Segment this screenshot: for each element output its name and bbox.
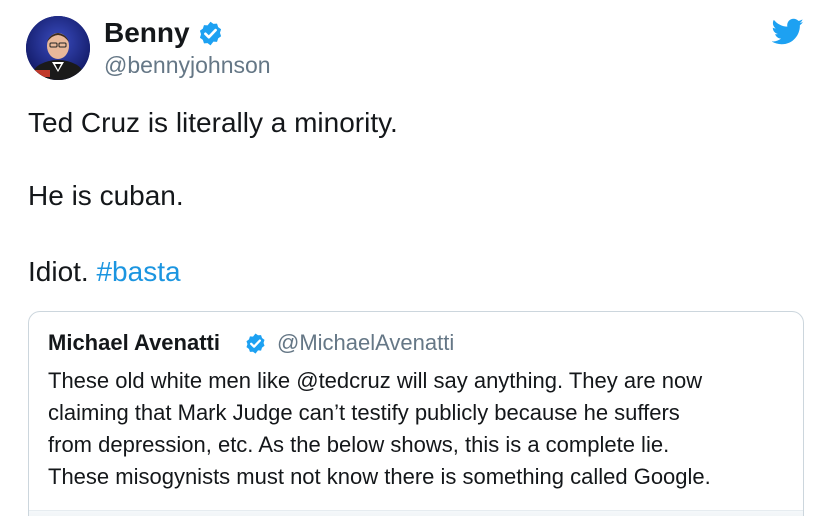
quoted-text-line: These misogynists must not know there is… [48,464,711,489]
tweet-text: Idiot. [28,256,89,287]
tweet-card: Benny @bennyjohnson Ted Cruz is literall… [0,0,826,516]
author-handle[interactable]: @bennyjohnson [104,51,271,79]
tweet-text-line: Idiot. #basta [28,255,181,289]
quoted-text-line: from depression, etc. As the below shows… [48,432,670,457]
verified-badge-icon [199,21,222,46]
quoted-author-handle[interactable]: @MichaelAvenatti [277,329,454,357]
hashtag-link[interactable]: #basta [96,256,180,287]
quoted-text-line: claiming that Mark Judge can’t testify p… [48,400,680,425]
author-name[interactable]: Benny [104,16,190,50]
quoted-media-preview[interactable] [29,510,803,516]
tweet-text-line: He is cuban. [28,180,184,211]
quoted-text-line: These old white men like @tedcruz will s… [48,368,703,393]
tweet-text-line: Ted Cruz is literally a minority. [28,107,398,138]
twitter-bird-icon[interactable] [772,18,804,46]
avatar[interactable] [26,16,90,80]
quoted-author-name[interactable]: Michael Avenatti [48,329,220,357]
verified-badge-icon [246,333,265,354]
quoted-tweet[interactable]: Michael Avenatti @MichaelAvenatti These … [28,311,804,516]
